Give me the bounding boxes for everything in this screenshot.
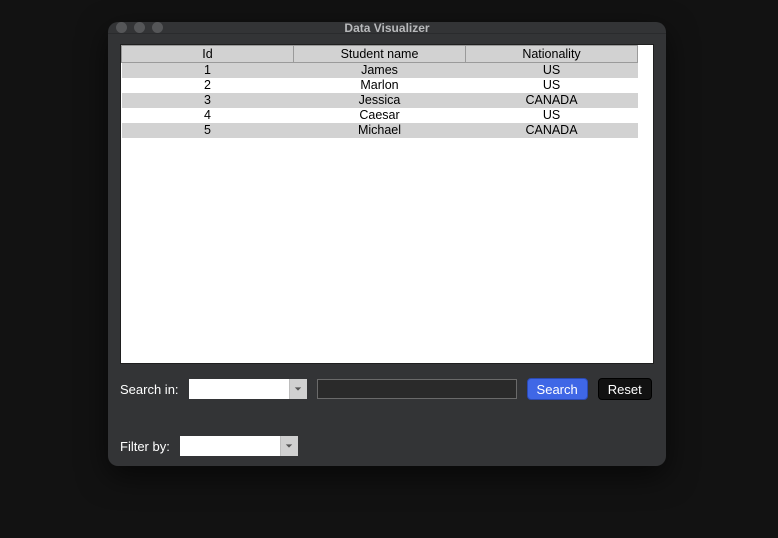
filter-row: Filter by: bbox=[120, 436, 654, 456]
scrollbar[interactable] bbox=[638, 45, 653, 363]
cell-id: 4 bbox=[122, 108, 294, 123]
cell-name: Jessica bbox=[294, 93, 466, 108]
cell-nat: CANADA bbox=[466, 123, 638, 138]
table-row[interactable]: 2 Marlon US bbox=[122, 78, 638, 93]
search-in-label: Search in: bbox=[120, 382, 179, 397]
col-id[interactable]: Id bbox=[122, 46, 294, 63]
search-row: Search in: Search Reset bbox=[120, 378, 654, 400]
cell-nat: US bbox=[466, 63, 638, 79]
cell-name: Caesar bbox=[294, 108, 466, 123]
data-table-container: Id Student name Nationality 1 James US 2… bbox=[120, 44, 654, 364]
filter-by-select[interactable] bbox=[180, 436, 298, 456]
window-content: Id Student name Nationality 1 James US 2… bbox=[108, 34, 666, 468]
cell-nat: CANADA bbox=[466, 93, 638, 108]
data-table: Id Student name Nationality 1 James US 2… bbox=[121, 45, 638, 138]
col-student-name[interactable]: Student name bbox=[294, 46, 466, 63]
search-input[interactable] bbox=[317, 379, 517, 399]
cell-id: 3 bbox=[122, 93, 294, 108]
titlebar: Data Visualizer bbox=[108, 22, 666, 34]
cell-name: James bbox=[294, 63, 466, 79]
window-title: Data Visualizer bbox=[108, 21, 666, 35]
cell-name: Michael bbox=[294, 123, 466, 138]
filter-by-label: Filter by: bbox=[120, 439, 170, 454]
search-button[interactable]: Search bbox=[527, 378, 588, 400]
cell-nat: US bbox=[466, 78, 638, 93]
app-window: Data Visualizer Id Student name National… bbox=[108, 22, 666, 466]
table-row[interactable]: 1 James US bbox=[122, 63, 638, 79]
col-nationality[interactable]: Nationality bbox=[466, 46, 638, 63]
reset-button[interactable]: Reset bbox=[598, 378, 652, 400]
cell-id: 2 bbox=[122, 78, 294, 93]
cell-nat: US bbox=[466, 108, 638, 123]
cell-id: 5 bbox=[122, 123, 294, 138]
table-header-row: Id Student name Nationality bbox=[122, 46, 638, 63]
search-in-select[interactable] bbox=[189, 379, 307, 399]
table-row[interactable]: 4 Caesar US bbox=[122, 108, 638, 123]
cell-id: 1 bbox=[122, 63, 294, 79]
cell-name: Marlon bbox=[294, 78, 466, 93]
table-row[interactable]: 3 Jessica CANADA bbox=[122, 93, 638, 108]
chevron-down-icon bbox=[289, 379, 307, 399]
chevron-down-icon bbox=[280, 436, 298, 456]
table-row[interactable]: 5 Michael CANADA bbox=[122, 123, 638, 138]
